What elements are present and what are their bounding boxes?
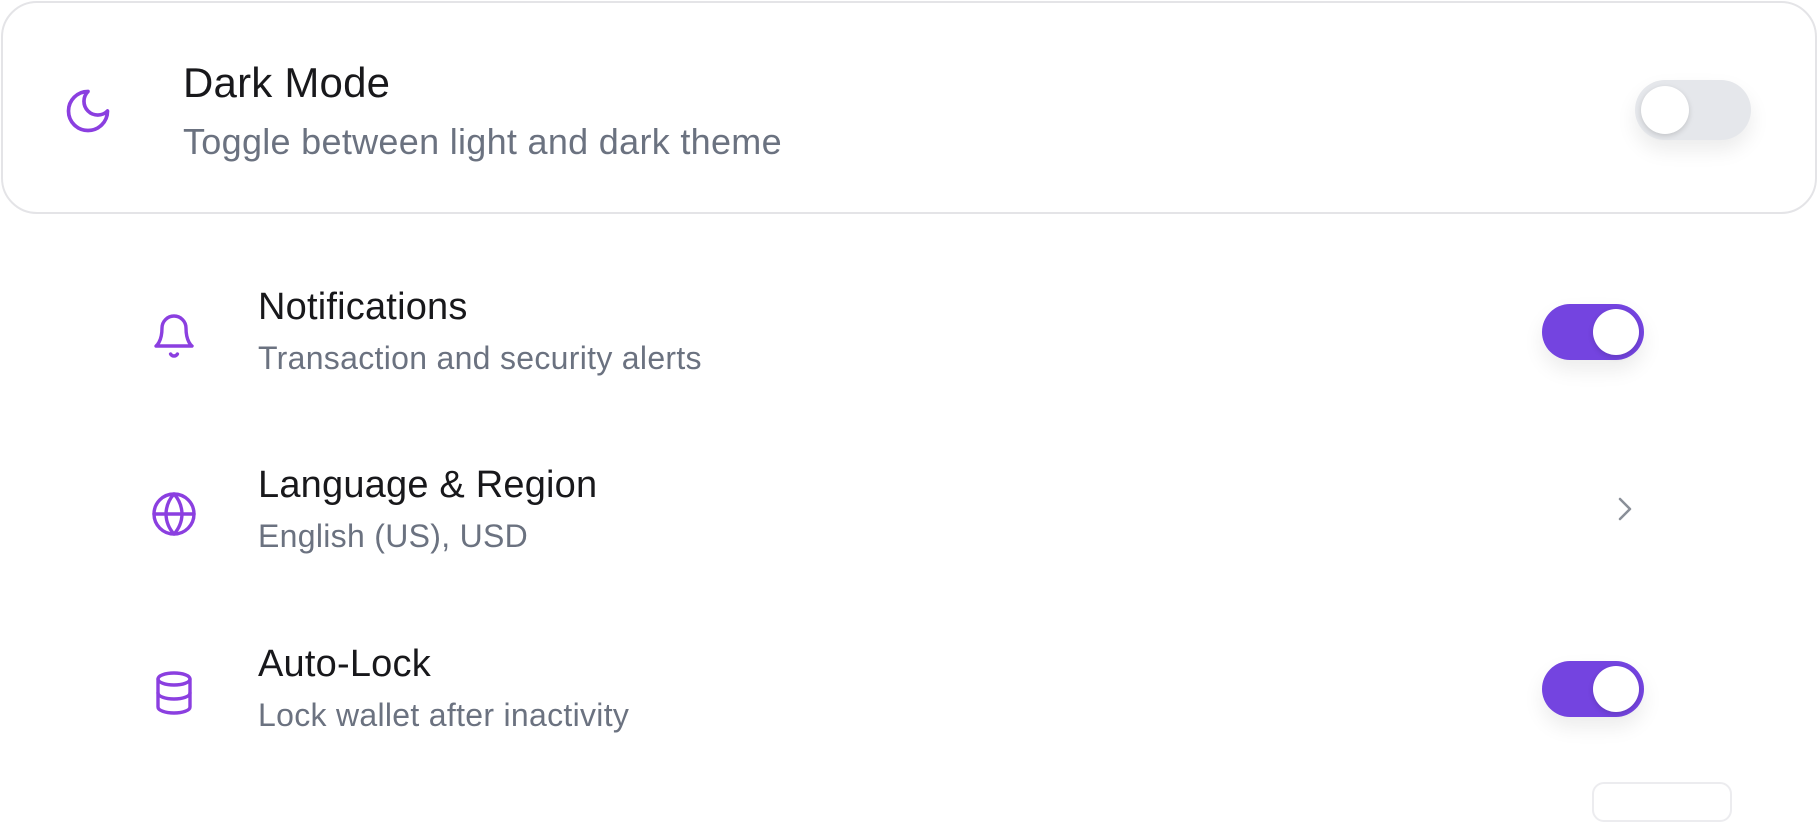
settings-row-auto-lock[interactable]: Auto-Lock Lock wallet after inactivity <box>0 639 1818 759</box>
toggle-knob <box>1593 666 1639 712</box>
notifications-subtitle: Transaction and security alerts <box>258 340 702 376</box>
bell-icon <box>150 312 198 360</box>
auto-lock-toggle[interactable] <box>1542 661 1644 717</box>
settings-row-notifications[interactable]: Notifications Transaction and security a… <box>0 282 1818 402</box>
notifications-title: Notifications <box>258 286 468 328</box>
globe-icon <box>150 490 198 538</box>
auto-lock-title: Auto-Lock <box>258 643 431 685</box>
notifications-toggle[interactable] <box>1542 304 1644 360</box>
dark-mode-toggle[interactable] <box>1635 80 1751 140</box>
language-region-title: Language & Region <box>258 464 598 506</box>
database-icon <box>150 669 198 717</box>
language-region-subtitle: English (US), USD <box>258 518 529 554</box>
chevron-right-icon[interactable] <box>1612 492 1638 526</box>
toggle-knob <box>1641 86 1689 134</box>
dark-mode-subtitle: Toggle between light and dark theme <box>183 121 782 162</box>
dark-mode-card: Dark Mode Toggle between light and dark … <box>1 1 1817 214</box>
auto-lock-subtitle: Lock wallet after inactivity <box>258 697 630 733</box>
dark-mode-title: Dark Mode <box>183 59 391 106</box>
settings-row-language-region[interactable]: Language & Region English (US), USD <box>0 460 1818 580</box>
moon-icon <box>62 85 114 137</box>
toggle-knob <box>1593 309 1639 355</box>
partial-card-edge <box>1592 782 1732 822</box>
